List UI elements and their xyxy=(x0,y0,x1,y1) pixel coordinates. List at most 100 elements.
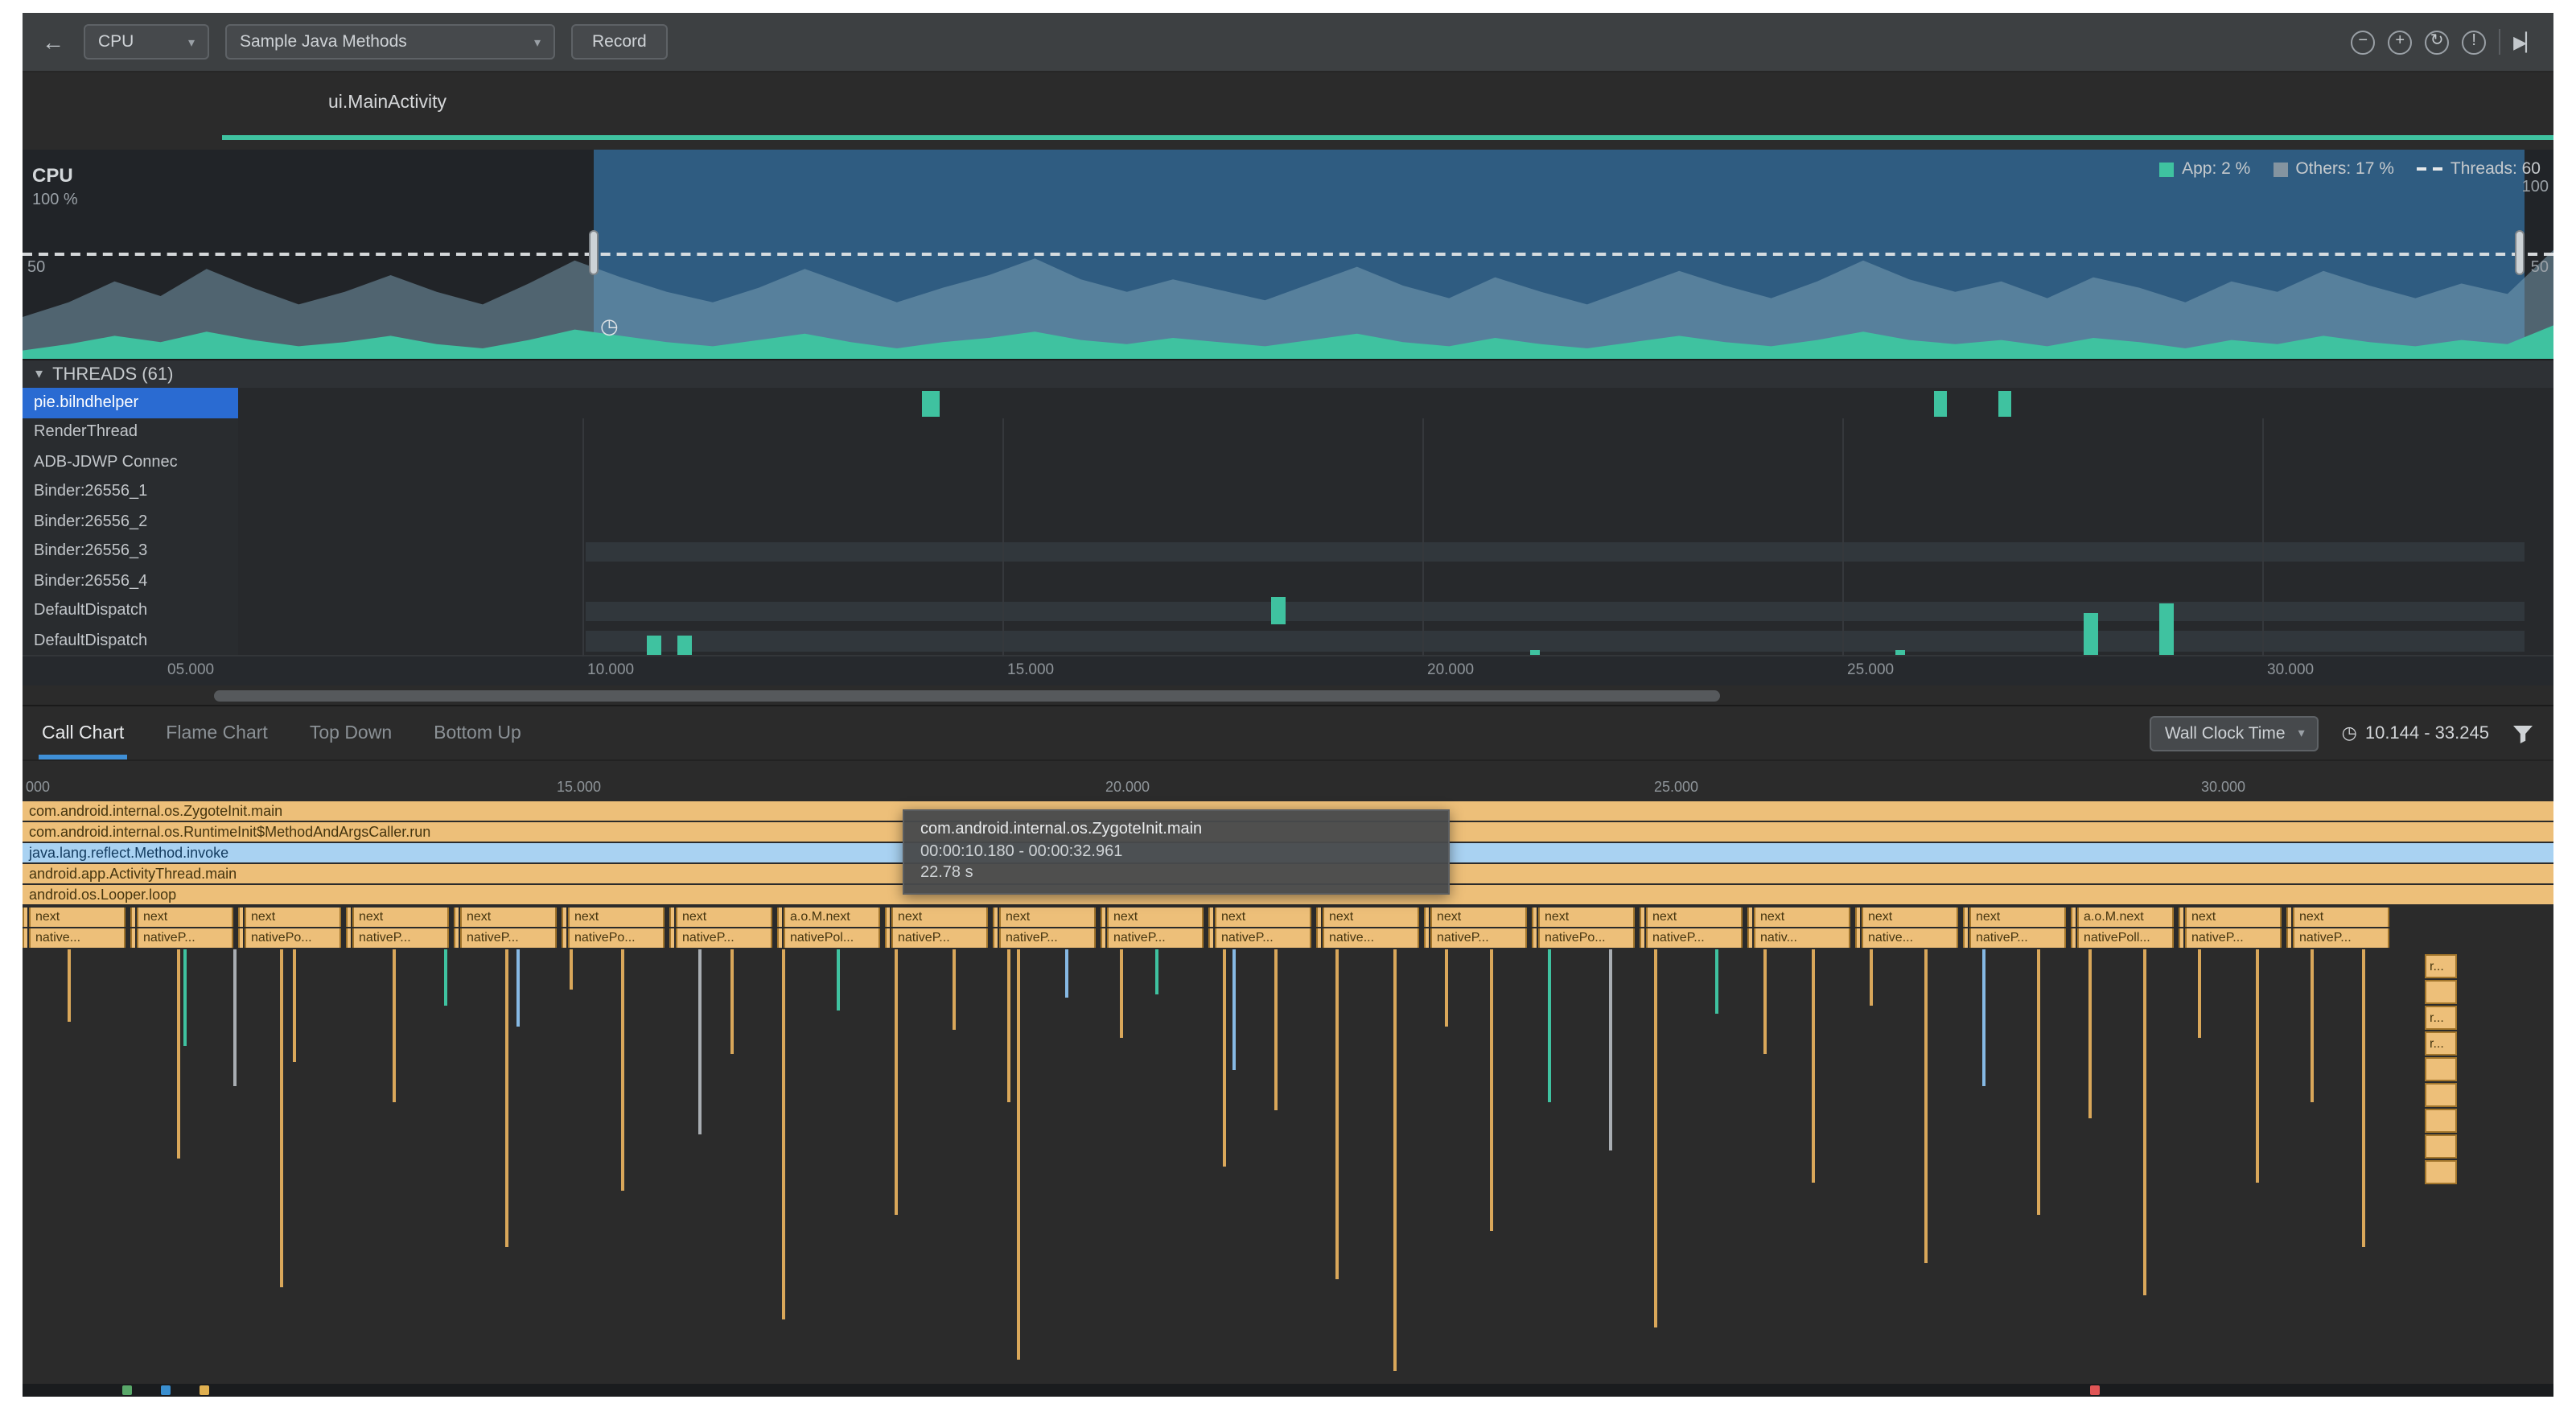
call-block[interactable]: native... xyxy=(29,928,126,948)
subcall-line[interactable] xyxy=(698,949,702,1134)
call-block[interactable]: a.o.M.next xyxy=(784,908,880,927)
thread-timeline[interactable] xyxy=(238,626,2553,656)
call-block[interactable]: nativeP... xyxy=(1430,928,1527,948)
call-block[interactable]: next xyxy=(999,908,1096,927)
call-block[interactable]: a.o.M.next xyxy=(2077,908,2174,927)
call-block[interactable]: next xyxy=(352,908,449,927)
call-block[interactable]: next xyxy=(1862,908,1958,927)
call-block[interactable]: nativeP... xyxy=(999,928,1096,948)
call-block[interactable]: r... xyxy=(2425,1031,2457,1056)
thread-label[interactable]: Binder:26556_3 xyxy=(23,537,238,566)
call-block[interactable]: nativePo... xyxy=(245,928,341,948)
call-block[interactable]: nativePo... xyxy=(568,928,665,948)
subcall-line[interactable] xyxy=(2088,949,2092,1118)
call-block[interactable]: next xyxy=(29,908,126,927)
call-block[interactable]: next xyxy=(1323,908,1419,927)
subcall-line[interactable] xyxy=(1335,949,1339,1279)
subcall-line[interactable] xyxy=(444,949,447,1006)
subcall-line[interactable] xyxy=(280,949,283,1287)
subcall-line[interactable] xyxy=(2256,949,2259,1183)
thread-label[interactable]: DefaultDispatch xyxy=(23,626,238,656)
call-block[interactable]: nativePol... xyxy=(784,928,880,948)
call-block[interactable]: next xyxy=(460,908,557,927)
call-block[interactable]: next xyxy=(1969,908,2066,927)
subcall-line[interactable] xyxy=(1609,949,1612,1150)
scrollbar-thumb[interactable] xyxy=(214,690,1720,702)
subcall-line[interactable] xyxy=(183,949,187,1046)
thread-activity-block[interactable] xyxy=(677,635,692,654)
go-live-icon[interactable]: ▶▏ xyxy=(2513,31,2537,52)
call-block[interactable]: nativePoll... xyxy=(2077,928,2174,948)
thread-row[interactable]: Binder:26556_4 xyxy=(23,566,2553,596)
selection-handle-right[interactable] xyxy=(2515,230,2525,275)
subcall-line[interactable] xyxy=(1223,949,1226,1167)
thread-timeline[interactable] xyxy=(238,477,2553,507)
subcall-line[interactable] xyxy=(516,949,520,1027)
thread-timeline[interactable] xyxy=(238,418,2553,447)
call-block[interactable] xyxy=(2425,1160,2457,1184)
subcall-line[interactable] xyxy=(2198,949,2201,1038)
call-block[interactable]: next xyxy=(1215,908,1311,927)
profiler-type-dropdown[interactable]: CPU ▾ xyxy=(84,24,209,60)
subcall-line[interactable] xyxy=(233,949,237,1086)
thread-activity-block[interactable] xyxy=(1934,390,1947,416)
call-block[interactable]: nativeP... xyxy=(891,928,988,948)
clock-type-dropdown[interactable]: Wall Clock Time ▾ xyxy=(2150,715,2319,751)
subcall-line[interactable] xyxy=(953,949,956,1030)
subcall-line[interactable] xyxy=(621,949,624,1191)
thread-label[interactable]: pie.bilndhelper xyxy=(23,388,238,418)
thread-activity-block[interactable] xyxy=(647,635,661,654)
subcall-line[interactable] xyxy=(1654,949,1657,1327)
subcall-line[interactable] xyxy=(68,949,71,1022)
thread-row[interactable]: DefaultDispatch xyxy=(23,626,2553,656)
thread-row[interactable]: Binder:26556_2 xyxy=(23,507,2553,537)
call-block[interactable] xyxy=(2425,1083,2457,1107)
subcall-line[interactable] xyxy=(177,949,180,1159)
cpu-usage-chart[interactable]: CPU 100 % 50 100 50 App: 2 % Others: 17 … xyxy=(23,150,2553,359)
zoom-out-icon[interactable]: − xyxy=(2351,30,2375,54)
subcall-line[interactable] xyxy=(1155,949,1158,994)
subcall-line[interactable] xyxy=(1007,949,1010,1102)
thread-timeline[interactable] xyxy=(238,447,2553,477)
call-block[interactable]: next xyxy=(1538,908,1635,927)
thread-row[interactable]: RenderThread xyxy=(23,418,2553,447)
call-block[interactable]: next xyxy=(568,908,665,927)
thread-timeline[interactable] xyxy=(238,507,2553,537)
call-block[interactable]: next xyxy=(1646,908,1743,927)
call-block[interactable]: next xyxy=(891,908,988,927)
record-button[interactable]: Record xyxy=(571,24,668,60)
call-block[interactable]: nativePo... xyxy=(1538,928,1635,948)
thread-label[interactable]: RenderThread xyxy=(23,418,238,447)
call-block[interactable]: native... xyxy=(1862,928,1958,948)
subcall-line[interactable] xyxy=(1715,949,1718,1014)
thread-row[interactable]: Binder:26556_1 xyxy=(23,477,2553,507)
thread-timeline[interactable] xyxy=(238,537,2553,566)
call-block[interactable]: next xyxy=(245,908,341,927)
subcall-line[interactable] xyxy=(1982,949,1985,1086)
call-block[interactable]: next xyxy=(676,908,772,927)
threads-section-header[interactable]: ▾ THREADS (61) xyxy=(23,359,2553,388)
subcall-line[interactable] xyxy=(2362,949,2365,1247)
thread-activity-block[interactable] xyxy=(922,390,940,416)
collapse-caret-icon[interactable]: ▾ xyxy=(35,365,43,383)
selection-handle-left[interactable] xyxy=(589,230,599,275)
call-block[interactable]: next xyxy=(1754,908,1850,927)
thread-label[interactable]: Binder:26556_1 xyxy=(23,477,238,507)
thread-row[interactable]: ADB-JDWP Connec xyxy=(23,447,2553,477)
thread-activity-block[interactable] xyxy=(2159,603,2174,654)
call-block[interactable]: nativeP... xyxy=(1646,928,1743,948)
subcall-line[interactable] xyxy=(730,949,734,1054)
thread-activity-block[interactable] xyxy=(2084,612,2098,654)
subcall-line[interactable] xyxy=(837,949,840,1010)
subcall-line[interactable] xyxy=(2143,949,2146,1295)
call-block[interactable]: nativeP... xyxy=(460,928,557,948)
subcall-line[interactable] xyxy=(1763,949,1767,1054)
thread-activity-block[interactable] xyxy=(1998,390,2011,416)
subcall-line[interactable] xyxy=(393,949,396,1102)
thread-label[interactable]: ADB-JDWP Connec xyxy=(23,447,238,477)
subcall-line[interactable] xyxy=(1274,949,1278,1110)
call-block[interactable]: r... xyxy=(2425,954,2457,978)
reset-zoom-icon[interactable]: ↻ xyxy=(2425,30,2449,54)
call-block[interactable]: nativeP... xyxy=(1107,928,1204,948)
subcall-line[interactable] xyxy=(2311,949,2314,1102)
